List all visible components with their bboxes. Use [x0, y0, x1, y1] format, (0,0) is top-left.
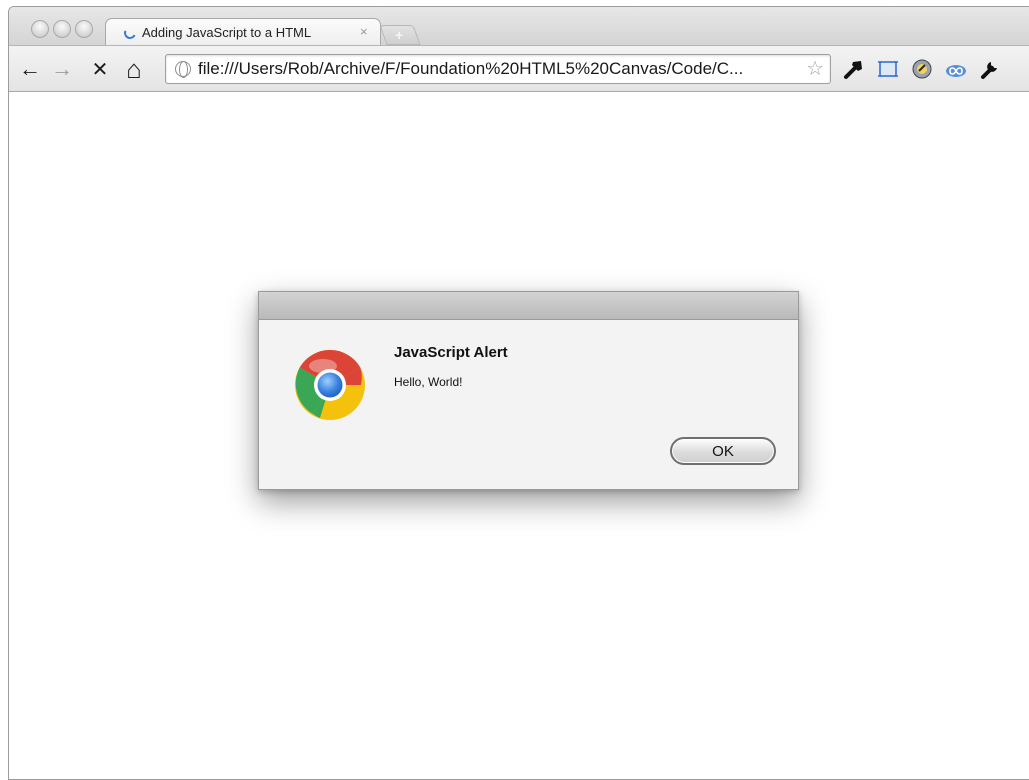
- address-bar[interactable]: file:///Users/Rob/Archive/F/Foundation%2…: [165, 54, 831, 84]
- tab-active[interactable]: Adding JavaScript to a HTML ×: [105, 18, 381, 46]
- forward-button[interactable]: →: [47, 46, 77, 92]
- navigation-toolbar: ← → ✕ ⌂ file:///Users/Rob/Archive/F/Foun…: [9, 45, 1029, 92]
- back-button[interactable]: ←: [15, 46, 45, 92]
- stop-button[interactable]: ✕: [85, 46, 115, 92]
- close-window-icon[interactable]: [31, 20, 49, 38]
- home-button[interactable]: ⌂: [119, 46, 149, 92]
- tab-title: Adding JavaScript to a HTML: [142, 25, 312, 40]
- tab-close-icon[interactable]: ×: [360, 24, 368, 39]
- globe-icon: [175, 61, 191, 78]
- dialog-message: Hello, World!: [394, 375, 463, 389]
- wrench-tool-extension-icon[interactable]: [843, 58, 865, 80]
- url-text[interactable]: file:///Users/Rob/Archive/F/Foundation%2…: [198, 59, 792, 79]
- stop-icon: ✕: [91, 58, 109, 81]
- plus-icon: +: [395, 27, 404, 43]
- loading-spinner-icon: [122, 25, 138, 41]
- ok-button[interactable]: OK: [670, 437, 776, 465]
- zoom-window-icon[interactable]: [75, 20, 93, 38]
- new-tab-button[interactable]: +: [379, 25, 421, 45]
- color-picker-extension-icon[interactable]: [911, 58, 933, 80]
- dialog-title-bar: [259, 292, 798, 320]
- forward-arrow-icon: →: [51, 56, 73, 81]
- chrome-logo-icon: [295, 350, 365, 420]
- minimize-window-icon[interactable]: [53, 20, 71, 38]
- bookmark-star-icon[interactable]: ☆: [806, 56, 824, 81]
- dialog-title: JavaScript Alert: [394, 344, 508, 361]
- home-icon: ⌂: [126, 53, 142, 84]
- settings-wrench-icon[interactable]: [979, 58, 1001, 80]
- javascript-alert-dialog: JavaScript Alert Hello, World! OK: [258, 291, 799, 490]
- window-resize-extension-icon[interactable]: [877, 58, 899, 80]
- infinity-extension-icon[interactable]: [945, 58, 967, 80]
- back-arrow-icon: ←: [19, 56, 41, 81]
